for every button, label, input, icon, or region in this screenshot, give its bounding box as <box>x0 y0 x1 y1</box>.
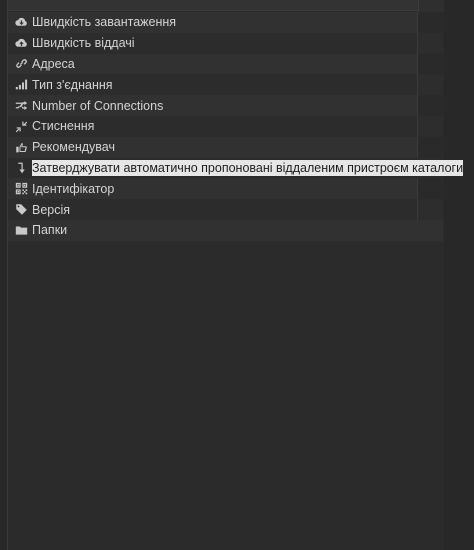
row-value-cell <box>417 12 443 33</box>
row-number-of-connections[interactable]: Number of Connections <box>8 95 443 116</box>
thumbs-up-icon <box>14 140 28 154</box>
cloud-download-icon <box>14 15 28 29</box>
device-details-window: Швидкість завантаження Швидкість віддачі… <box>0 0 474 550</box>
qrcode-icon <box>14 182 28 196</box>
row-value-cell <box>417 32 443 54</box>
row-identifier[interactable]: Ідентифікатор <box>8 178 443 200</box>
row-folders[interactable]: Папки <box>8 219 443 241</box>
row-upload-rate[interactable]: Швидкість віддачі <box>8 32 443 54</box>
folder-icon <box>14 223 28 237</box>
compress-icon <box>14 119 28 133</box>
row-value-cell <box>417 178 443 200</box>
row-label: Тип з'єднання <box>32 77 113 92</box>
row-value-cell <box>417 53 443 75</box>
row-introducer[interactable]: Рекомендувач <box>8 136 443 158</box>
row-version[interactable]: Версія <box>8 199 443 220</box>
row-value-cell <box>417 136 443 158</box>
panel-header-strip <box>8 0 418 11</box>
row-label: Затверджувати автоматично пропоновані ві… <box>32 159 464 176</box>
row-value-cell <box>417 74 443 96</box>
shuffle-icon <box>14 99 28 113</box>
row-label: Швидкість завантаження <box>32 15 177 30</box>
row-label: Стиснення <box>32 119 95 134</box>
row-value-cell <box>417 95 443 116</box>
row-label: Версія <box>32 202 71 217</box>
tag-icon <box>14 203 28 217</box>
row-label: Папки <box>32 223 68 238</box>
row-compression[interactable]: Стиснення <box>8 115 443 137</box>
signal-bars-icon <box>14 78 28 92</box>
row-address[interactable]: Адреса <box>8 53 443 75</box>
row-label: Number of Connections <box>32 98 164 113</box>
link-icon <box>14 57 28 71</box>
row-connection-type[interactable]: Тип з'єднання <box>8 74 443 96</box>
row-auto-accept-folders[interactable]: Затверджувати автоматично пропоновані ві… <box>8 157 464 179</box>
row-label: Швидкість віддачі <box>32 36 135 51</box>
row-label: Адреса <box>32 56 75 71</box>
cloud-upload-icon <box>14 36 28 50</box>
row-value-cell <box>417 115 443 137</box>
device-properties-list: Швидкість завантаження Швидкість віддачі… <box>8 12 464 241</box>
level-down-icon <box>14 161 28 175</box>
panel-header-right-cell <box>418 0 444 12</box>
row-label: Рекомендувач <box>32 140 115 155</box>
row-download-rate[interactable]: Швидкість завантаження <box>8 12 443 33</box>
row-label: Ідентифікатор <box>32 181 115 196</box>
row-value-cell <box>417 199 443 220</box>
